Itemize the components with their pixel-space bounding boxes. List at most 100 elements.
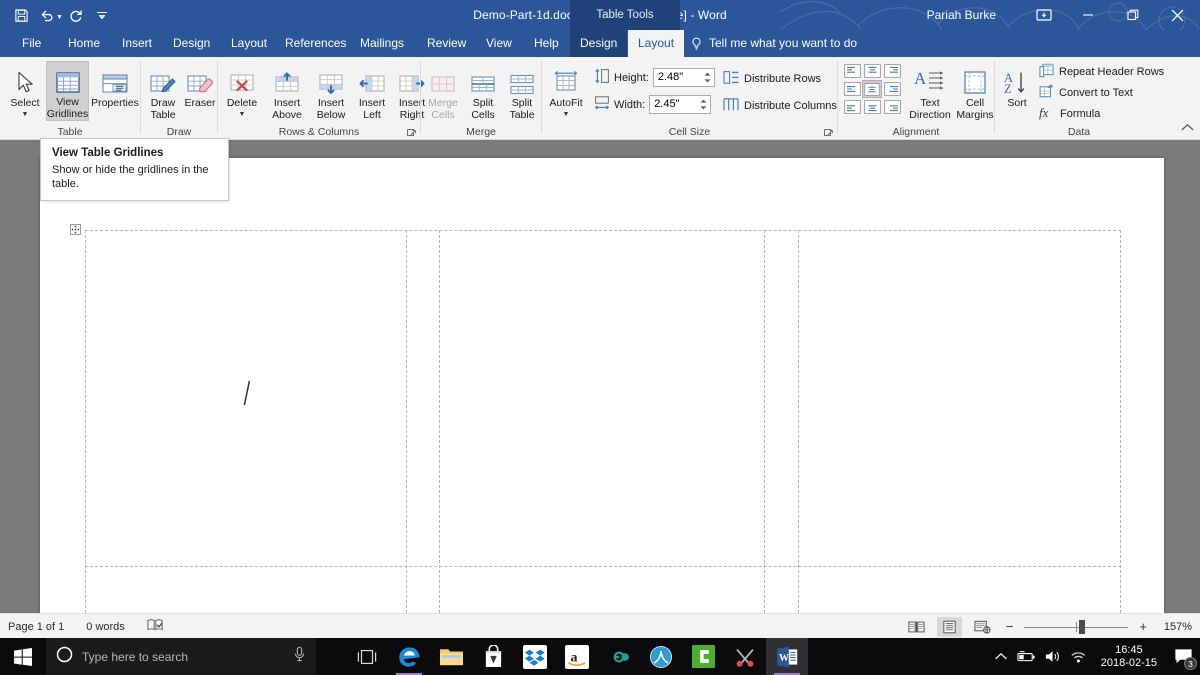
repeat-header-rows-button[interactable]: Repeat Header Rows: [1039, 62, 1164, 81]
zoom-slider-thumb[interactable]: [1079, 620, 1085, 634]
tab-design[interactable]: Design: [163, 30, 220, 57]
view-web-layout-button[interactable]: [970, 617, 995, 637]
ribbon-display-options-icon[interactable]: [1023, 0, 1065, 30]
cell-margins-button[interactable]: Cell Margins: [956, 63, 994, 121]
split-cells-button[interactable]: Split Cells: [465, 63, 501, 121]
align-top-center-button[interactable]: [862, 62, 882, 80]
tab-help[interactable]: Help: [524, 30, 569, 57]
start-button[interactable]: [0, 638, 46, 675]
distribute-columns-icon: [723, 97, 739, 115]
amazon-icon[interactable]: a: [556, 638, 598, 675]
zoom-out-button[interactable]: −: [1003, 619, 1017, 634]
align-center-right-button[interactable]: [882, 80, 902, 98]
tab-view[interactable]: View: [476, 30, 522, 57]
close-icon[interactable]: [1155, 0, 1200, 30]
autofit-dropdown-caret-icon[interactable]: ▼: [563, 111, 570, 118]
microphone-icon[interactable]: [293, 646, 306, 667]
column-width-control: Width: 2.45": [594, 95, 711, 114]
zoom-in-button[interactable]: +: [1136, 619, 1150, 634]
camtasia-icon[interactable]: [682, 638, 724, 675]
tell-me-search[interactable]: Tell me what you want to do: [690, 30, 857, 57]
svg-text:fx: fx: [1039, 105, 1049, 120]
sort-button[interactable]: A Z Sort: [999, 63, 1035, 110]
tab-references[interactable]: References: [275, 30, 356, 57]
tab-review[interactable]: Review: [417, 30, 476, 57]
document-page[interactable]: [40, 158, 1164, 630]
insert-above-button[interactable]: Insert Above: [266, 63, 308, 121]
tab-home[interactable]: Home: [58, 30, 110, 57]
skype-icon[interactable]: [640, 638, 682, 675]
zoom-slider[interactable]: [1024, 619, 1128, 635]
distribute-columns-button[interactable]: Distribute Columns: [723, 96, 837, 115]
align-bottom-right-button[interactable]: [882, 98, 902, 116]
text-direction-button[interactable]: A Text Direction: [904, 63, 956, 121]
tab-insert[interactable]: Insert: [112, 30, 162, 57]
clock[interactable]: 16:45 2018-02-15: [1092, 638, 1166, 675]
chevron-up-icon[interactable]: [988, 638, 1014, 675]
action-center-button[interactable]: 3: [1166, 638, 1200, 675]
autofit-button[interactable]: AutoFit ▼: [544, 63, 588, 118]
restore-icon[interactable]: [1110, 0, 1155, 30]
convert-to-text-button[interactable]: Convert to Text: [1039, 83, 1133, 102]
view-gridlines-button[interactable]: View Gridlines: [46, 61, 89, 121]
tab-table-layout[interactable]: Layout: [628, 30, 684, 57]
distribute-rows-button[interactable]: Distribute Rows: [723, 69, 821, 88]
delete-button[interactable]: Delete ▼: [222, 63, 262, 118]
speaker-icon[interactable]: [1040, 638, 1066, 675]
row-height-value: 2.48": [658, 71, 683, 83]
word-count[interactable]: 0 words: [86, 621, 125, 633]
insert-left-button[interactable]: Insert Left: [354, 63, 390, 121]
insert-columns-left-icon: [358, 66, 386, 96]
ribbon-tab-bar: File Home Insert Design Layout Reference…: [0, 30, 1200, 57]
microsoft-edge-icon[interactable]: [388, 638, 430, 675]
select-button[interactable]: Select ▼: [6, 63, 44, 118]
view-read-mode-button[interactable]: [904, 617, 929, 637]
cell-size-dialog-launcher[interactable]: [823, 126, 834, 137]
properties-button[interactable]: Properties: [91, 63, 139, 110]
file-explorer-icon[interactable]: [430, 638, 472, 675]
row-height-input[interactable]: 2.48": [653, 68, 715, 87]
tab-layout[interactable]: Layout: [221, 30, 277, 57]
tab-table-design[interactable]: Design: [570, 30, 627, 57]
split-cells-label-line1: Split: [473, 98, 493, 110]
align-bottom-left-button[interactable]: [842, 98, 862, 116]
align-center-left-button[interactable]: [842, 80, 862, 98]
account-name[interactable]: Pariah Burke: [927, 0, 996, 30]
eraser-button[interactable]: Eraser: [183, 63, 217, 110]
task-view-icon[interactable]: [346, 638, 388, 675]
tab-file[interactable]: File: [12, 30, 51, 57]
align-bottom-center-button[interactable]: [862, 98, 882, 116]
battery-icon[interactable]: [1014, 638, 1040, 675]
snipping-tool-icon[interactable]: [724, 638, 766, 675]
minimize-icon[interactable]: [1065, 0, 1110, 30]
collapse-ribbon-icon[interactable]: [1181, 119, 1194, 137]
column-width-input[interactable]: 2.45": [649, 95, 711, 114]
wifi-icon[interactable]: [1066, 638, 1092, 675]
rows-columns-dialog-launcher[interactable]: [406, 126, 417, 137]
tab-mailings[interactable]: Mailings: [350, 30, 414, 57]
column-width-stepper[interactable]: [699, 96, 708, 113]
merge-cells-button[interactable]: Merge Cells: [423, 63, 463, 121]
row-height-stepper[interactable]: [703, 69, 712, 86]
document-canvas[interactable]: [0, 140, 1200, 613]
formula-button[interactable]: fx Formula: [1039, 104, 1100, 123]
insert-below-button[interactable]: Insert Below: [310, 63, 352, 121]
taskbar-search[interactable]: Type here to search: [46, 638, 316, 675]
zoom-level[interactable]: 157%: [1158, 621, 1192, 633]
view-print-layout-button[interactable]: [937, 617, 962, 637]
page-indicator[interactable]: Page 1 of 1: [8, 621, 64, 633]
split-table-button[interactable]: Split Table: [503, 63, 541, 121]
infinity-app-icon[interactable]: [598, 638, 640, 675]
select-dropdown-caret-icon[interactable]: ▼: [22, 111, 29, 118]
microsoft-word-icon[interactable]: W: [766, 638, 808, 675]
draw-table-button[interactable]: Draw Table: [145, 63, 181, 121]
table-move-handle[interactable]: [70, 224, 81, 235]
align-top-left-button[interactable]: [842, 62, 862, 80]
dropbox-icon[interactable]: [514, 638, 556, 675]
align-center-middle-button[interactable]: [862, 80, 882, 98]
ribbon-group-label-draw: Draw: [141, 126, 217, 138]
align-top-right-button[interactable]: [882, 62, 902, 80]
proofing-icon[interactable]: [147, 618, 164, 635]
delete-dropdown-caret-icon[interactable]: ▼: [239, 111, 246, 118]
microsoft-store-icon[interactable]: [472, 638, 514, 675]
